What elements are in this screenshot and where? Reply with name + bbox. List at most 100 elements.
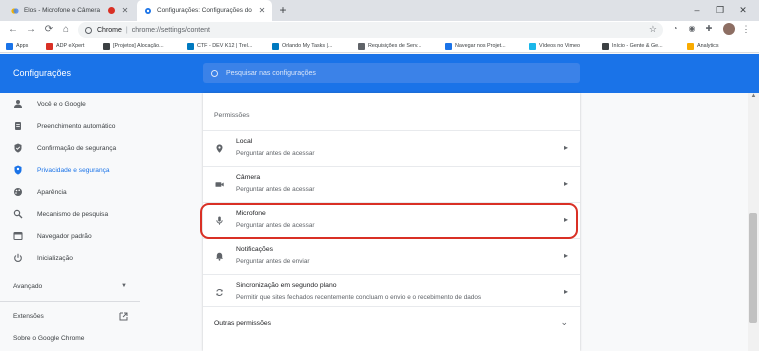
maximize-button[interactable]: ❐ (713, 3, 727, 17)
settings-search-input[interactable]: Pesquisar nas configurações (203, 63, 580, 83)
permission-row[interactable]: Local Perguntar antes de acessar ▸ (203, 130, 580, 165)
nav-item-label: Navegador padrão (37, 232, 92, 240)
diamond-icon (445, 42, 452, 50)
bookmark-item[interactable]: Navegar nos Projet... (445, 40, 527, 52)
tab-elos[interactable]: Elos - Microfone e Câmera ✕ (4, 0, 135, 21)
bookmark-label: Requisições de Serv... (368, 43, 422, 49)
adp-icon (46, 42, 53, 50)
shield-check-icon (14, 143, 22, 153)
bookmark-item[interactable]: Requisições de Serv... (358, 40, 443, 52)
puzzle-extensions-icon[interactable]: ✚ (703, 23, 715, 35)
close-tab-icon[interactable]: ✕ (257, 6, 267, 15)
tab-configuracoes[interactable]: Configurações: Configurações do ✕ (137, 0, 272, 21)
bookmark-star-icon[interactable]: ☆ (649, 24, 657, 35)
omnibox-chrome-label: Chrome (97, 26, 122, 34)
minimize-button[interactable]: – (690, 3, 704, 17)
bookmark-label: Navegar nos Projet... (455, 43, 506, 49)
nav-advanced-label: Avançado (13, 282, 43, 290)
permission-subtitle: Perguntar antes de enviar (236, 258, 310, 265)
vimeo-icon (529, 42, 536, 50)
power-icon (14, 253, 22, 262)
chevron-down-icon: ⌄ (560, 317, 568, 327)
bookmark-item[interactable]: [Projetos] Alocação... (103, 40, 185, 52)
bookmark-item[interactable]: CTF - DEV K12 | Trel... (187, 40, 270, 52)
address-bar[interactable]: Chrome | chrome://settings/content ☆ (78, 22, 663, 38)
nav-item[interactable]: Aparência (0, 181, 200, 203)
projetos-icon (103, 42, 110, 50)
scrollbar-thumb[interactable] (749, 213, 757, 323)
extension-icon[interactable]: ◉ (686, 23, 698, 35)
nav-item[interactable]: Confirmação de segurança (0, 137, 200, 159)
recording-indicator-icon (108, 7, 115, 14)
camera-icon (215, 182, 224, 187)
other-permissions-row[interactable]: Outras permissões ⌄ (203, 306, 580, 340)
settings-gear-icon (145, 7, 151, 14)
chevron-right-icon: ▸ (563, 179, 568, 188)
omnibox-separator: | (125, 26, 128, 34)
open-external-icon[interactable] (119, 312, 128, 321)
reload-icon[interactable]: ⟳ (42, 21, 56, 39)
bookmark-label: Apps (16, 43, 29, 49)
nav-advanced[interactable]: Avançado ▼ (0, 275, 140, 297)
bookmark-item[interactable]: ADP eXpert (46, 40, 101, 52)
bookmark-item[interactable]: Analytics (687, 40, 737, 52)
chevron-right-icon: ▸ (563, 287, 568, 296)
profile-avatar[interactable] (723, 23, 735, 35)
chrome-secure-icon (85, 26, 92, 34)
bookmark-label: Analytics (697, 43, 719, 49)
bell-icon (216, 252, 223, 261)
nav-extensions[interactable]: Extensões (13, 313, 44, 320)
section-heading: Permissões (214, 112, 250, 119)
nav-item[interactable]: Navegador padrão (0, 225, 200, 247)
search-placeholder: Pesquisar nas configurações (226, 69, 316, 77)
close-window-button[interactable]: ✕ (736, 3, 750, 17)
palette-icon (14, 188, 22, 196)
nav-item[interactable]: Inicialização (0, 247, 200, 269)
home-icon[interactable]: ⌂ (59, 21, 73, 39)
nav-item-label: Preenchimento automático (37, 122, 116, 130)
nav-item[interactable]: Preenchimento automático (0, 115, 200, 137)
nav-item-label: Mecanismo de pesquisa (37, 210, 109, 218)
bookmark-item[interactable]: Orlando My Tasks |... (272, 40, 356, 52)
browser-window: Elos - Microfone e Câmera ✕ Configuraçõe… (0, 0, 759, 351)
chevron-right-icon: ▸ (563, 251, 568, 260)
back-arrow-icon[interactable]: ← (6, 21, 20, 39)
sync-icon (216, 289, 223, 296)
nav-item-label: Privacidade e segurança (37, 166, 110, 174)
bookmark-item[interactable]: Apps (6, 40, 44, 52)
permission-subtitle: Perguntar antes de acessar (236, 186, 315, 193)
new-tab-button[interactable]: + (276, 3, 290, 17)
nav-divider (0, 301, 140, 302)
bookmark-item[interactable]: Vídeos no Vimeo (529, 40, 600, 52)
permission-row[interactable]: Câmera Perguntar antes de acessar ▸ (203, 166, 580, 201)
menu-dots-icon[interactable]: ⋮ (741, 22, 751, 36)
permission-title: Notificações (236, 246, 274, 253)
nav-item[interactable]: Mecanismo de pesquisa (0, 203, 200, 225)
chevron-right-icon: ▸ (563, 143, 568, 152)
location-icon (216, 144, 223, 153)
extension-icon[interactable]: ◔ (669, 23, 681, 35)
scroll-up-arrow-icon[interactable]: ▲ (749, 93, 758, 102)
nav-item[interactable]: Você e o Google (0, 93, 200, 115)
permission-title: Local (236, 138, 253, 145)
chevron-down-icon: ▼ (121, 283, 127, 289)
elos-favicon-icon (11, 7, 19, 14)
bookmark-label: Início - Gente & Ge... (612, 43, 663, 49)
nav-about-chrome[interactable]: Sobre o Google Chrome (13, 335, 84, 342)
permission-row[interactable]: Sincronização em segundo plano Permitir q… (203, 274, 580, 309)
bookmark-item[interactable]: Início - Gente & Ge... (602, 40, 685, 52)
bookmark-label: Vídeos no Vimeo (539, 43, 580, 49)
globe-icon (602, 42, 609, 50)
nav-item[interactable]: Privacidade e segurança (0, 159, 200, 181)
bookmark-label: CTF - DEV K12 | Trel... (197, 43, 253, 49)
close-tab-icon[interactable]: ✕ (120, 6, 130, 15)
forward-arrow-icon[interactable]: → (24, 21, 38, 39)
permission-row[interactable]: Notificações Perguntar antes de enviar ▸ (203, 238, 580, 273)
page-title: Configurações (13, 68, 72, 78)
permission-subtitle: Perguntar antes de acessar (236, 150, 315, 157)
permission-title: Câmera (236, 174, 261, 181)
requisicoes-icon (358, 42, 365, 50)
search-icon (211, 69, 218, 77)
permission-subtitle: Permitir que sites fechados recentemente… (236, 294, 482, 301)
tab-title: Elos - Microfone e Câmera (24, 7, 101, 14)
